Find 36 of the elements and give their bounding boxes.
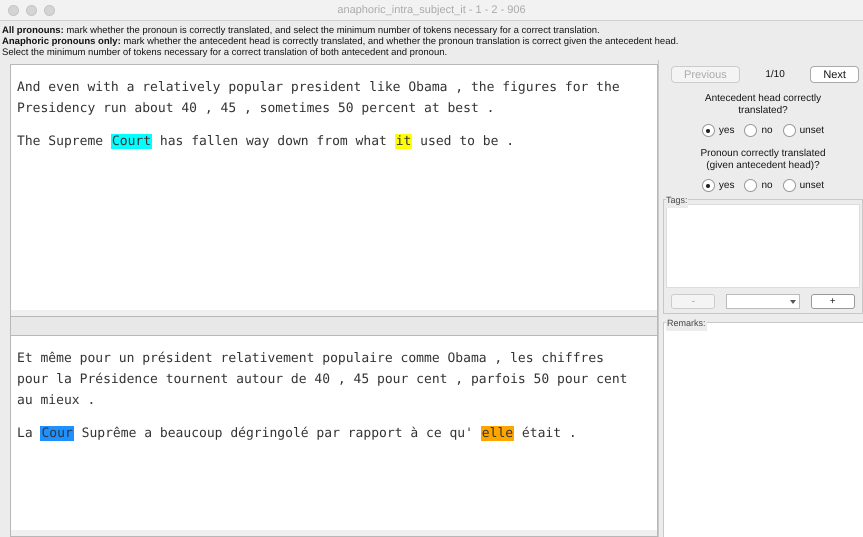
question-label: Pronoun correctly translated (given antecedent head)? xyxy=(699,148,827,172)
radio-label: yes xyxy=(718,179,734,193)
radio-button[interactable] xyxy=(782,179,796,192)
window-control-icon[interactable] xyxy=(26,4,37,16)
radio-label: unset xyxy=(800,179,824,193)
radio-label: no xyxy=(761,124,773,138)
sentence: La Cour Suprême a beaucoup dégringolé par rapport à ce qu' elle était . xyxy=(17,425,578,443)
next-button[interactable]: Next xyxy=(810,66,859,83)
tags-label: Tags: xyxy=(666,194,688,208)
radio-button[interactable] xyxy=(744,124,758,137)
window-control-icon[interactable] xyxy=(44,4,55,16)
highlighted-token[interactable]: Cour xyxy=(40,426,74,441)
highlighted-token[interactable]: Court xyxy=(110,134,152,149)
highlighted-token[interactable]: elle xyxy=(480,426,514,441)
radio-button[interactable] xyxy=(702,124,715,137)
add-tag-button[interactable]: + xyxy=(810,294,855,309)
radio-button[interactable] xyxy=(782,124,796,137)
highlighted-token[interactable]: it xyxy=(394,134,412,149)
instruction-text: Anaphoric pronouns only: mark whether the antecedent head is correctly translated, and whether the pronoun translation is correct given the antecedent head. xyxy=(2,36,680,47)
page-counter: 1/10 xyxy=(765,68,785,82)
radio-button[interactable] xyxy=(744,179,758,192)
instruction-text: Select the minimum number of tokens necessary for a correct translation of both antecedent and pronoun. xyxy=(2,47,448,58)
window-title: anaphoric_intra_subject_it - 1 - 2 - 906 xyxy=(336,2,527,18)
sentence: Et même pour un président relativement populaire comme Obama , les chiffres pour la Présidence tournent autour de 40 , 45 pour cent , parfois 50 pour cent au mieux . xyxy=(17,350,628,410)
radio-label: yes xyxy=(718,124,734,138)
tag-dropdown[interactable] xyxy=(726,294,800,309)
question-label: Antecedent head correctly translated? xyxy=(704,93,822,117)
radio-button[interactable] xyxy=(702,179,715,192)
sentence: The Supreme Court has fallen way down from what it used to be . xyxy=(17,133,516,151)
instruction-text: All pronouns: mark whether the pronoun is correctly translated, and select the minimum number of tokens necessary for a correct translation. xyxy=(2,25,601,36)
radio-label: unset xyxy=(800,124,824,138)
radio-label: no xyxy=(761,179,773,193)
window-control-icon[interactable] xyxy=(8,4,19,16)
sentence: And even with a relatively popular president like Obama , the figures for the Presidency run about 40 , 45 , sometimes 50 percent at best . xyxy=(17,79,621,118)
remarks-label: Remarks: xyxy=(666,317,707,330)
caret-icon xyxy=(790,300,796,304)
